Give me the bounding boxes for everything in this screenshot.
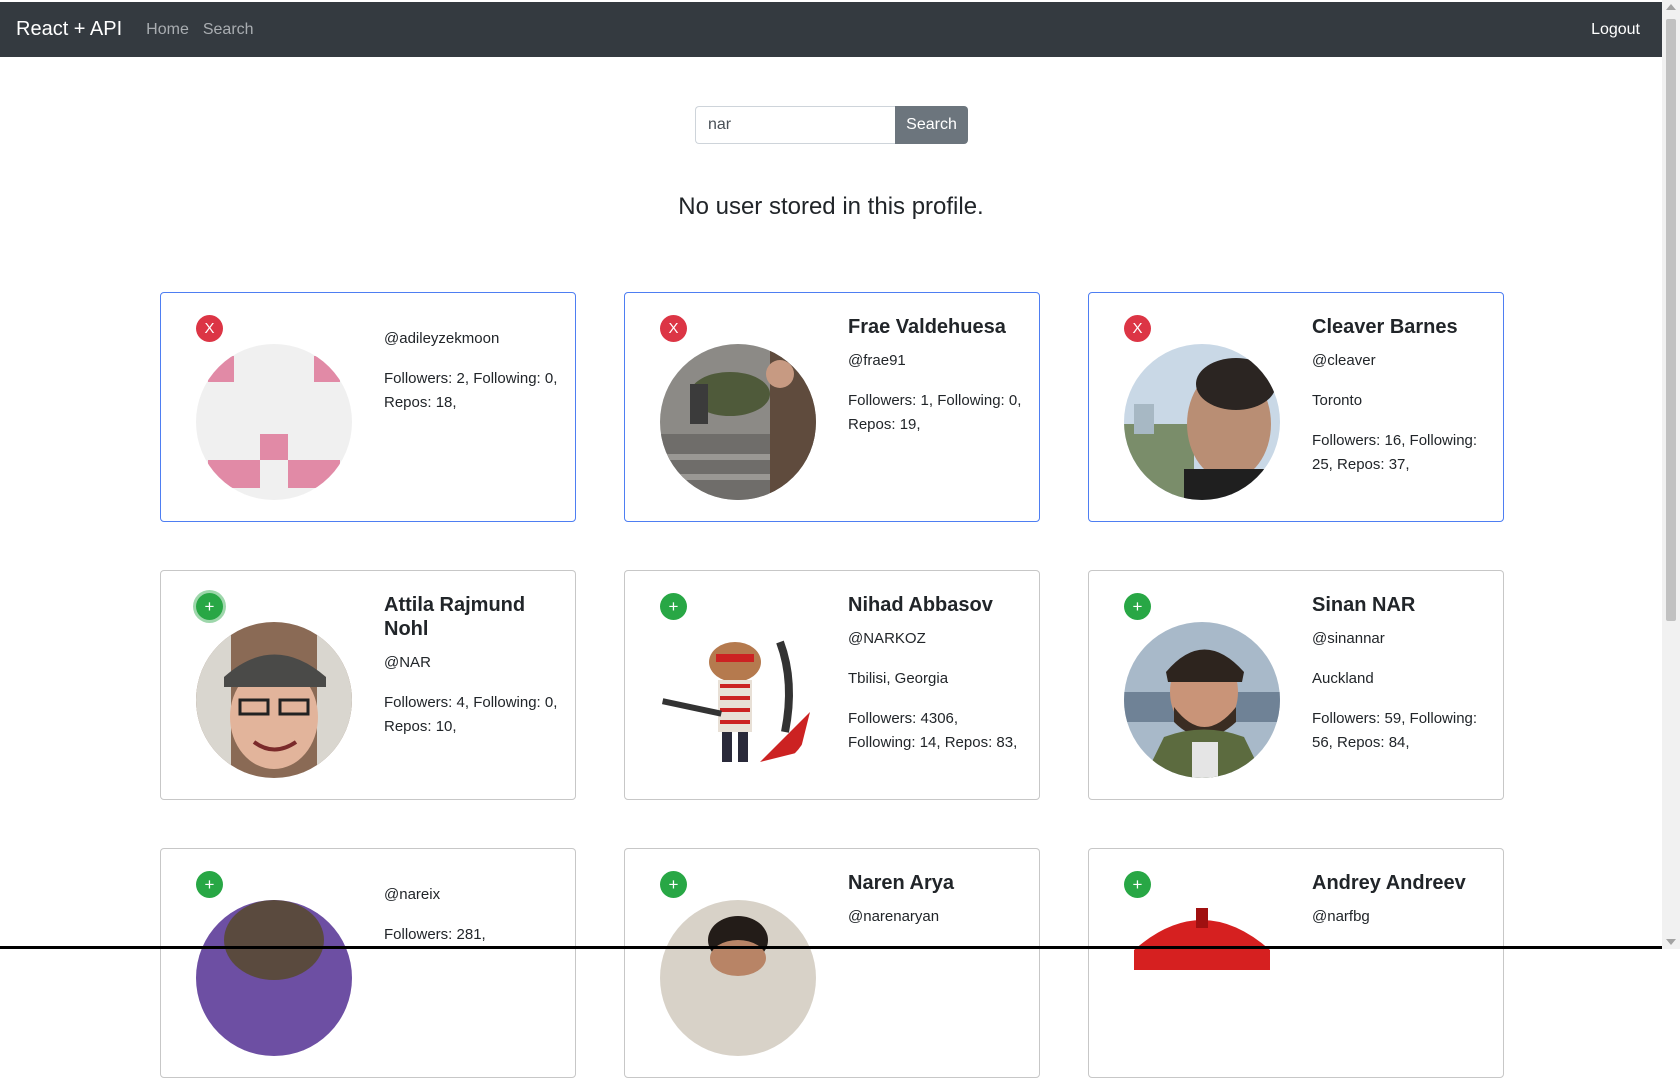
scroll-down-arrow-icon[interactable] xyxy=(1666,939,1676,945)
nav-link-search[interactable]: Search xyxy=(203,21,254,39)
avatar xyxy=(1124,344,1280,500)
scroll-up-arrow-icon[interactable] xyxy=(1666,4,1676,10)
add-user-button[interactable]: + xyxy=(1124,593,1151,620)
user-card: X @adileyzekmoon Followers: 2, Following… xyxy=(160,292,576,522)
nav-link-home[interactable]: Home xyxy=(146,21,189,39)
user-info: Cleaver Barnes @cleaver Toronto Follower… xyxy=(1312,315,1487,477)
user-card: + Andrey Andreev @narfbg xyxy=(1088,848,1504,1078)
user-info: Frae Valdehuesa @frae91 Followers: 1, Fo… xyxy=(848,315,1023,437)
user-stats: Followers: 4306, Following: 14, Repos: 8… xyxy=(848,710,1018,751)
user-card: + Nihad Abbasov @NARKOZ Tbilisi, Georgia… xyxy=(624,570,1040,800)
user-login[interactable]: @sinannar xyxy=(1312,627,1487,651)
add-user-button[interactable]: + xyxy=(660,871,687,898)
add-user-button[interactable]: + xyxy=(196,593,223,620)
user-info: Naren Arya @narenaryan xyxy=(848,871,1023,945)
avatar xyxy=(660,344,816,500)
avatar xyxy=(1124,622,1280,778)
user-card: X Cleaver Barnes @cleaver Toronto Follow… xyxy=(1088,292,1504,522)
user-stats: Followers: 59, Following: 56, Repos: 84, xyxy=(1312,710,1478,751)
user-stats: Followers: 281, xyxy=(384,926,486,943)
logout-link[interactable]: Logout xyxy=(1591,21,1640,39)
add-user-button[interactable]: + xyxy=(1124,871,1151,898)
user-stats: Followers: 2, Following: 0, Repos: 18, xyxy=(384,370,558,411)
remove-user-button[interactable]: X xyxy=(660,315,687,342)
scroll-thumb[interactable] xyxy=(1666,19,1676,621)
user-stats: Followers: 16, Following: 25, Repos: 37, xyxy=(1312,432,1478,473)
navbar: React + API Home Search Logout xyxy=(0,2,1662,57)
user-login[interactable]: @cleaver xyxy=(1312,349,1487,373)
user-name: Frae Valdehuesa xyxy=(848,316,1006,338)
user-card: + Sinan NAR @sinannar Auckland Followers… xyxy=(1088,570,1504,800)
user-card: + Attila Rajmund Nohl @NAR Followers: 4,… xyxy=(160,570,576,800)
user-login[interactable]: @NAR xyxy=(384,651,559,675)
avatar xyxy=(660,900,816,1056)
user-name: Nihad Abbasov xyxy=(848,594,993,616)
user-location: Tbilisi, Georgia xyxy=(848,670,949,687)
user-info: Nihad Abbasov @NARKOZ Tbilisi, Georgia F… xyxy=(848,593,1023,755)
user-login[interactable]: @frae91 xyxy=(848,349,1023,373)
remove-user-button[interactable]: X xyxy=(196,315,223,342)
add-user-button[interactable]: + xyxy=(660,593,687,620)
user-login[interactable]: @NARKOZ xyxy=(848,627,1023,651)
user-login[interactable]: @narfbg xyxy=(1312,905,1487,929)
avatar xyxy=(1124,900,1280,1056)
avatar xyxy=(196,900,352,1056)
avatar xyxy=(196,344,352,500)
user-card: + @nareix Followers: 281, xyxy=(160,848,576,1078)
user-location: Toronto xyxy=(1312,392,1363,409)
user-card: X Frae Valdehuesa @frae91 Followers: 1, … xyxy=(624,292,1040,522)
empty-profile-notice: No user stored in this profile. xyxy=(678,193,984,220)
user-stats: Followers: 1, Following: 0, Repos: 19, xyxy=(848,392,1022,433)
user-login[interactable]: @narenaryan xyxy=(848,905,1023,929)
avatar xyxy=(196,622,352,778)
user-info: Sinan NAR @sinannar Auckland Followers: … xyxy=(1312,593,1487,755)
search-input[interactable] xyxy=(695,106,895,144)
user-info: @adileyzekmoon Followers: 2, Following: … xyxy=(384,315,559,415)
avatar xyxy=(660,622,816,778)
brand-logo[interactable]: React + API xyxy=(16,18,122,41)
user-name: Andrey Andreev xyxy=(1312,872,1466,894)
user-info: Andrey Andreev @narfbg xyxy=(1312,871,1487,945)
user-login[interactable]: @nareix xyxy=(384,883,559,907)
vertical-scrollbar[interactable] xyxy=(1662,0,1680,949)
user-name: Sinan NAR xyxy=(1312,594,1416,616)
user-info: @nareix Followers: 281, xyxy=(384,871,559,947)
user-location: Auckland xyxy=(1312,670,1374,687)
remove-user-button[interactable]: X xyxy=(1124,315,1151,342)
user-name: Attila Rajmund Nohl xyxy=(384,594,526,640)
user-login[interactable]: @adileyzekmoon xyxy=(384,327,559,351)
add-user-button[interactable]: + xyxy=(196,871,223,898)
user-info: Attila Rajmund Nohl @NAR Followers: 4, F… xyxy=(384,593,559,739)
user-card: + Naren Arya @narenaryan xyxy=(624,848,1040,1078)
user-name: Naren Arya xyxy=(848,872,954,894)
user-stats: Followers: 4, Following: 0, Repos: 10, xyxy=(384,694,558,735)
search-button[interactable]: Search xyxy=(895,106,968,144)
user-name: Cleaver Barnes xyxy=(1312,316,1458,338)
search-form: Search xyxy=(695,106,968,144)
